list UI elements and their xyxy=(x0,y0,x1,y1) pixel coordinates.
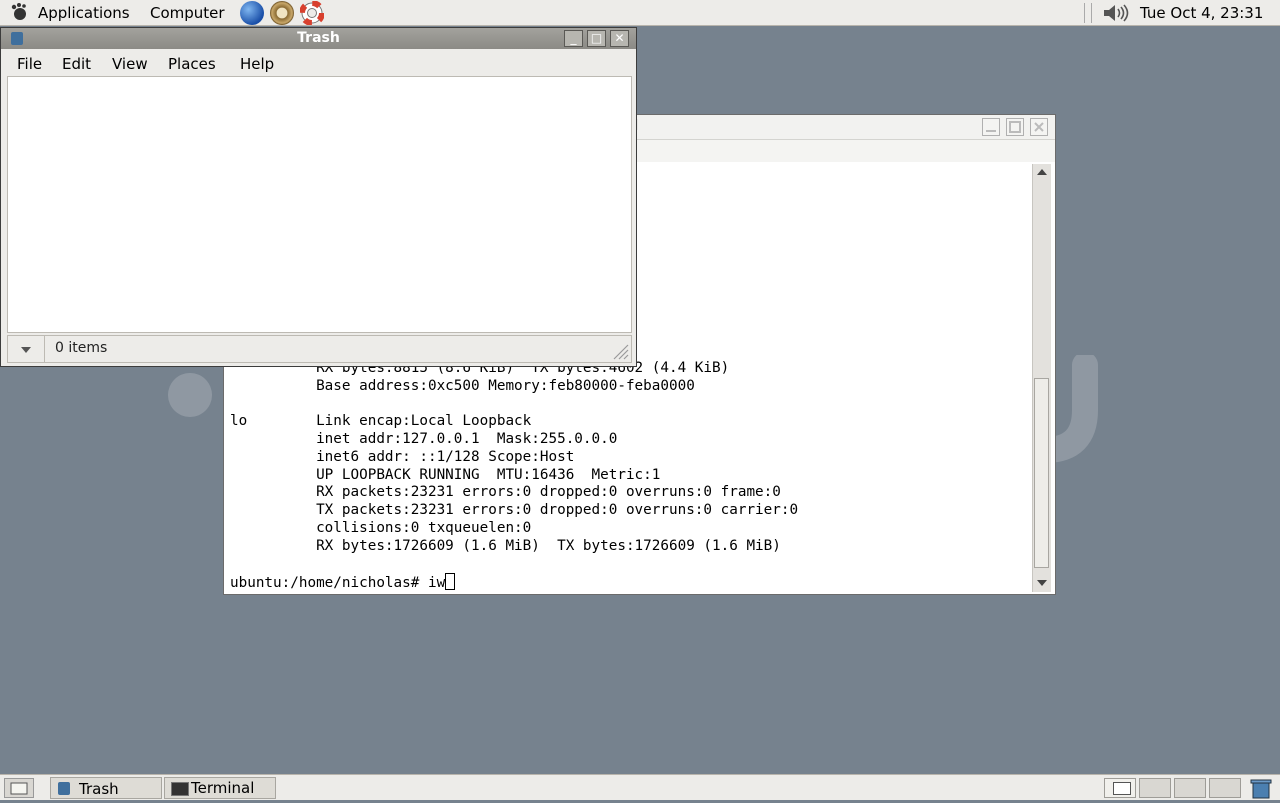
maximize-button[interactable]: □ xyxy=(587,30,606,47)
speaker-icon[interactable] xyxy=(1101,2,1129,28)
terminal-line: collisions:0 txqueuelen:0 xyxy=(230,519,532,536)
scroll-down-arrow-icon[interactable] xyxy=(1036,578,1048,588)
trash-title: Trash xyxy=(297,30,340,46)
terminal-line: lo Link encap:Local Loopback xyxy=(230,413,532,430)
taskbar-trash[interactable]: Trash xyxy=(50,777,162,799)
terminal-line: inet6 addr: ::1/128 Scope:Host xyxy=(230,448,575,465)
trash-menubar: File Edit View Places Help xyxy=(1,50,636,76)
taskbar-trash-label: Trash xyxy=(79,780,119,798)
terminal-line: UP LOOPBACK RUNNING MTU:16436 Metric:1 xyxy=(230,466,661,483)
terminal-line: RX packets:23231 errors:0 dropped:0 over… xyxy=(230,484,781,501)
maximize-button[interactable] xyxy=(1006,118,1024,136)
menu-view[interactable]: View xyxy=(112,55,148,73)
trash-icon xyxy=(58,782,70,795)
workspace-2[interactable] xyxy=(1139,778,1171,798)
trash-applet-icon[interactable] xyxy=(1249,777,1273,803)
item-count: 0 items xyxy=(55,340,108,356)
applications-menu[interactable]: Applications xyxy=(38,4,130,22)
trash-file-view[interactable] xyxy=(7,76,632,333)
clock[interactable]: Tue Oct 4, 23:31 xyxy=(1140,4,1263,22)
gnome-foot-icon[interactable] xyxy=(9,2,29,26)
workspace-3[interactable] xyxy=(1174,778,1206,798)
close-button[interactable] xyxy=(1030,118,1048,136)
trash-titlebar[interactable]: Trash _ □ ✕ xyxy=(1,28,636,49)
computer-menu[interactable]: Computer xyxy=(150,4,225,22)
menu-file[interactable]: File xyxy=(17,55,42,73)
chevron-down-icon xyxy=(21,347,31,353)
minimize-button[interactable] xyxy=(982,118,1000,136)
taskbar-terminal-label: Terminal xyxy=(191,779,255,797)
terminal-scrollbar[interactable] xyxy=(1032,164,1051,592)
terminal-line: Base address:0xc500 Memory:feb80000-feba… xyxy=(230,377,695,394)
terminal-line: inet addr:127.0.0.1 Mask:255.0.0.0 xyxy=(230,430,618,447)
terminal-line: TX packets:23231 errors:0 dropped:0 over… xyxy=(230,502,799,519)
lifebuoy-icon[interactable] xyxy=(299,0,325,29)
menu-edit[interactable]: Edit xyxy=(62,55,91,73)
terminal-prompt-line[interactable]: ubuntu:/home/nicholas# iw xyxy=(230,573,1030,591)
close-button[interactable]: ✕ xyxy=(610,30,629,47)
minimize-button[interactable]: _ xyxy=(564,30,583,47)
trash-statusbar: 0 items xyxy=(7,335,632,363)
workspace-1[interactable] xyxy=(1104,778,1136,798)
terminal-line: RX bytes:1726609 (1.6 MiB) TX bytes:1726… xyxy=(230,537,781,554)
scrollbar-thumb[interactable] xyxy=(1034,378,1049,568)
resize-grip-icon[interactable] xyxy=(611,342,629,360)
scroll-up-arrow-icon[interactable] xyxy=(1036,167,1048,177)
side-pane-toggle-button[interactable] xyxy=(8,336,45,362)
menu-places[interactable]: Places xyxy=(168,55,216,73)
top-panel: Applications Computer Tue Oct 4, 23:31 xyxy=(0,0,1280,26)
menu-help[interactable]: Help xyxy=(240,55,274,73)
panel-handle xyxy=(1084,3,1092,23)
trash-window[interactable]: Trash _ □ ✕ File Edit View Places Help 0… xyxy=(0,27,637,367)
email-client-icon[interactable] xyxy=(270,1,294,25)
show-desktop-icon[interactable] xyxy=(4,778,34,798)
terminal-cursor xyxy=(445,573,456,591)
terminal-prompt: ubuntu:/home/nicholas# iw xyxy=(230,575,446,592)
workspace-4[interactable] xyxy=(1209,778,1241,798)
terminal-icon xyxy=(171,782,189,796)
bottom-panel: Trash Terminal xyxy=(0,774,1280,800)
taskbar-terminal[interactable]: Terminal xyxy=(164,777,276,799)
globe-icon[interactable] xyxy=(240,1,264,25)
